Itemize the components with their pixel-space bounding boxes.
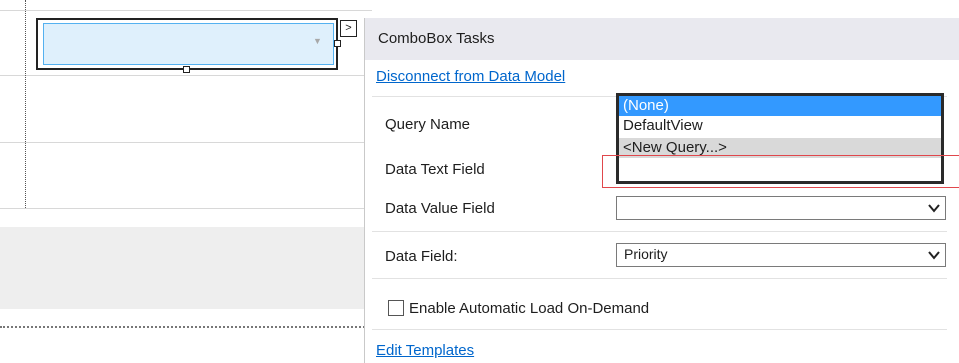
grid-line <box>0 208 372 209</box>
query-name-label: Query Name <box>385 116 471 133</box>
chevron-down-icon <box>928 204 940 213</box>
highlight-outline <box>602 155 959 188</box>
triangle-down-icon: ▼ <box>313 36 322 46</box>
panel-header: ComboBox Tasks <box>365 18 959 60</box>
grid-line <box>0 10 372 11</box>
dotted-divider <box>0 326 372 328</box>
disconnect-link[interactable]: Disconnect from Data Model <box>376 68 565 85</box>
edit-templates-link[interactable]: Edit Templates <box>376 342 474 359</box>
grid-line <box>0 75 372 76</box>
data-value-field-label: Data Value Field <box>385 200 495 217</box>
data-field-value: Priority <box>624 246 668 262</box>
data-text-field-label: Data Text Field <box>385 161 485 178</box>
combobox-tasks-panel: ComboBox Tasks Disconnect from Data Mode… <box>364 18 959 363</box>
auto-load-label: Enable Automatic Load On-Demand <box>409 300 650 317</box>
data-field-label: Data Field: <box>385 248 458 265</box>
chevron-right-icon: > <box>345 22 352 34</box>
dotted-guide <box>25 0 26 208</box>
query-option-defaultview[interactable]: DefaultView <box>619 116 941 136</box>
resize-handle-right[interactable] <box>334 40 341 47</box>
separator <box>372 231 947 232</box>
combobox-control[interactable] <box>43 23 334 65</box>
separator <box>372 278 947 279</box>
auto-load-checkbox[interactable] <box>388 300 404 316</box>
separator <box>372 329 947 330</box>
designer-band <box>0 227 372 309</box>
data-field-select[interactable]: Priority <box>616 243 946 267</box>
chevron-down-icon <box>928 251 940 260</box>
panel-title: ComboBox Tasks <box>378 30 495 47</box>
query-option-none[interactable]: (None) <box>619 96 941 116</box>
data-value-field-select[interactable] <box>616 196 946 220</box>
grid-line <box>0 142 372 143</box>
smart-tag-button[interactable]: > <box>340 20 357 37</box>
resize-handle-bottom[interactable] <box>183 66 190 73</box>
